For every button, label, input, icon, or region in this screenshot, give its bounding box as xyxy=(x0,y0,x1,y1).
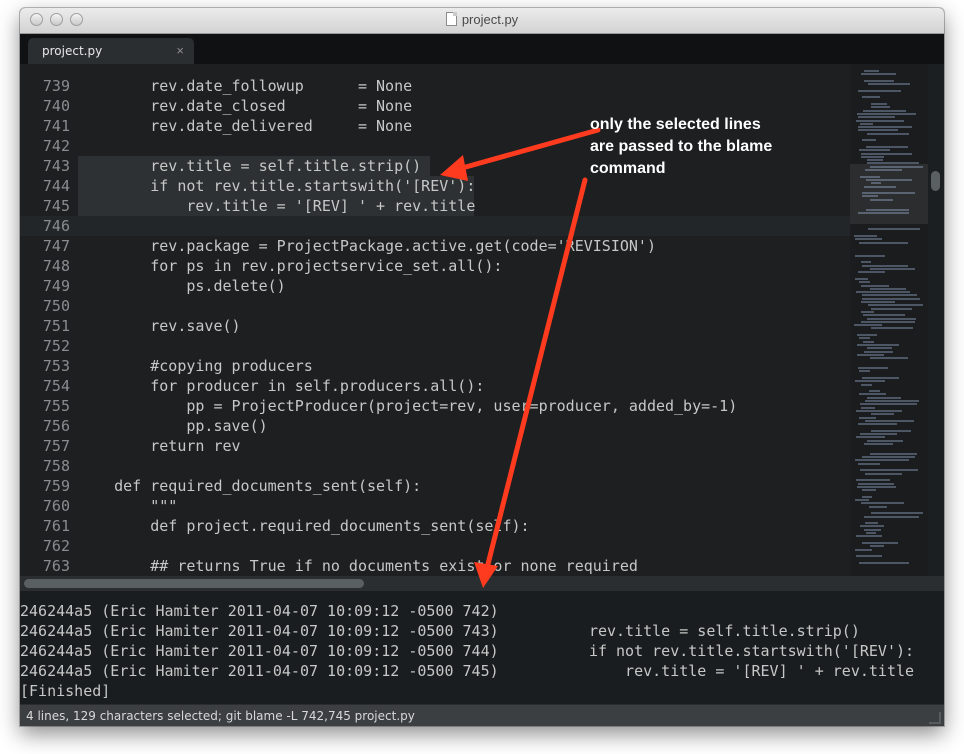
arrow-to-selection-head xyxy=(440,155,468,181)
annotation-line-3: command xyxy=(590,160,666,177)
arrow-to-output-head xyxy=(474,562,498,588)
annotation-line-1: only the selected lines xyxy=(590,116,761,133)
annotation-text: only the selected lines are passed to th… xyxy=(590,114,772,180)
arrow-to-output xyxy=(483,177,588,575)
annotation-line-2: are passed to the blame xyxy=(590,138,773,155)
arrow-to-selection xyxy=(452,127,601,173)
annotation-arrows xyxy=(440,127,601,588)
